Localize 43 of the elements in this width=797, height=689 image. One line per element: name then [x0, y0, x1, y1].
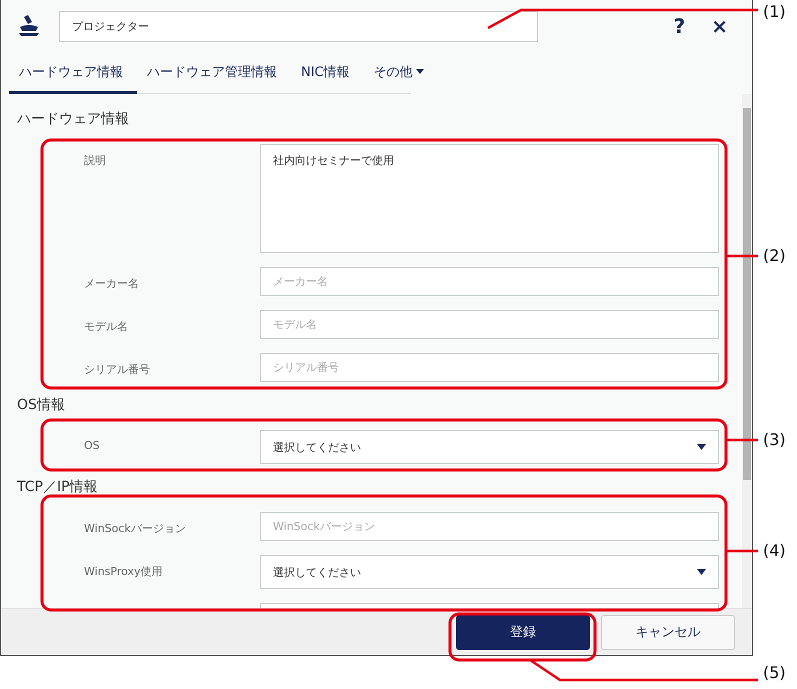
projector-icon — [17, 15, 41, 37]
name-field[interactable]: プロジェクター — [59, 10, 538, 42]
callout-label: (4) — [763, 541, 786, 560]
field-label: OS — [84, 439, 100, 452]
field-value: 社内向けセミナーで使用 — [273, 153, 394, 168]
cancel-button[interactable]: キャンセル — [601, 614, 735, 650]
scrollbar[interactable] — [742, 94, 752, 608]
textarea-field[interactable]: 社内向けセミナーで使用 — [260, 144, 719, 253]
section-title: ハードウェア情報 — [17, 110, 130, 128]
field-label: WinsProxy使用 — [84, 565, 163, 578]
callout-label: (5) — [763, 663, 786, 682]
close-button[interactable]: × — [705, 14, 734, 38]
field-label: WinSockバージョン — [84, 522, 186, 535]
tab[interactable]: その他 — [364, 52, 438, 94]
section-title: OS情報 — [17, 396, 66, 414]
select-value: 選択してください — [273, 440, 361, 454]
callout-label: (2) — [763, 246, 786, 265]
leader-line — [726, 254, 758, 258]
scrollbar-thumb[interactable] — [743, 108, 751, 480]
help-button[interactable]: ? — [668, 14, 692, 38]
leader-line — [726, 550, 758, 552]
field-placeholder: シリアル番号 — [273, 360, 339, 375]
field-label: シリアル番号 — [84, 363, 150, 376]
section-title: TCP／IP情報 — [17, 478, 99, 496]
select-field[interactable]: 選択してください — [260, 430, 719, 464]
tab[interactable]: ハードウェア情報 — [9, 52, 137, 94]
select-value: 選択してください — [273, 564, 361, 580]
field-label: モデル名 — [84, 320, 128, 333]
callout-label: (1) — [763, 2, 786, 21]
dropdown-caret-icon — [697, 569, 706, 575]
name-value: プロジェクター — [72, 18, 149, 34]
leader-line — [726, 438, 758, 442]
field-placeholder: WinSockバージョン — [273, 519, 375, 534]
tab[interactable]: NIC情報 — [291, 52, 364, 94]
tab[interactable]: ハードウェア管理情報 — [137, 52, 291, 94]
field-label: メーカー名 — [84, 277, 139, 290]
field-placeholder: モデル名 — [273, 317, 317, 332]
field-label: 説明 — [84, 154, 106, 167]
select-field[interactable]: 選択してください — [260, 555, 719, 589]
register-button[interactable]: 登録 — [456, 614, 590, 650]
dropdown-caret-icon — [697, 444, 706, 450]
callout-label: (3) — [763, 430, 786, 449]
field-placeholder: メーカー名 — [273, 274, 328, 289]
